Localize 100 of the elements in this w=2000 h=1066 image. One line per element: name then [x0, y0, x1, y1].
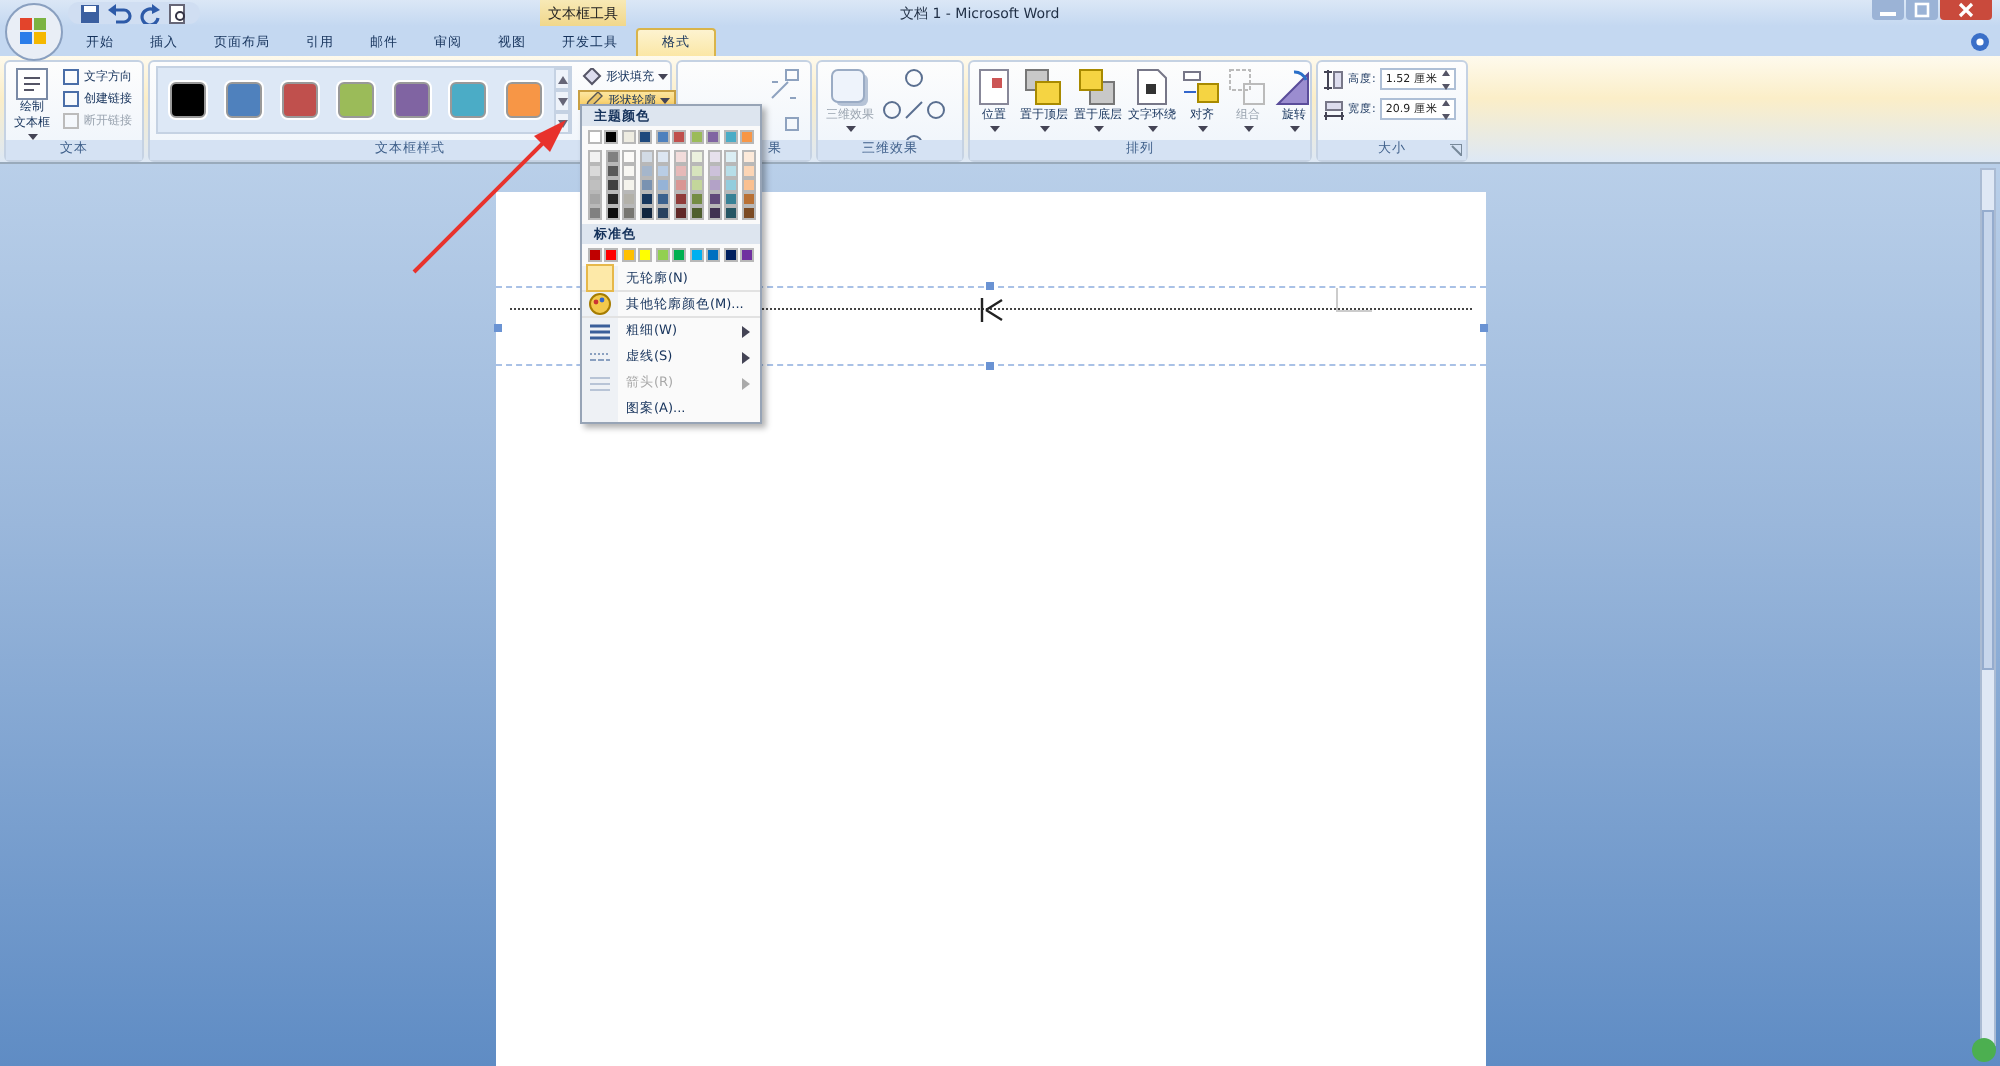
color-swatch[interactable]: [639, 164, 653, 178]
color-swatch[interactable]: [622, 192, 636, 206]
textbox-icon: [16, 68, 48, 100]
undo-icon: [108, 3, 132, 23]
color-swatch[interactable]: [605, 192, 619, 206]
color-swatch[interactable]: [741, 192, 755, 206]
color-swatch[interactable]: [672, 130, 687, 144]
color-swatch[interactable]: [656, 206, 670, 220]
maximize-button[interactable]: [1906, 0, 1938, 20]
color-swatch[interactable]: [724, 164, 738, 178]
style-swatch[interactable]: [170, 82, 206, 118]
color-swatch[interactable]: [639, 206, 653, 220]
color-swatch[interactable]: [741, 150, 755, 164]
resize-handle[interactable]: [1479, 324, 1487, 332]
style-swatch[interactable]: [450, 82, 486, 118]
color-swatch[interactable]: [604, 130, 619, 144]
color-swatch[interactable]: [724, 206, 738, 220]
color-swatch[interactable]: [638, 248, 653, 262]
scroll-thumb[interactable]: [1982, 210, 1994, 670]
color-swatch[interactable]: [655, 130, 670, 144]
color-swatch[interactable]: [689, 248, 704, 262]
color-swatch[interactable]: [707, 164, 721, 178]
color-swatch[interactable]: [724, 192, 738, 206]
color-swatch[interactable]: [622, 150, 636, 164]
color-swatch[interactable]: [672, 248, 687, 262]
color-swatch[interactable]: [690, 150, 704, 164]
color-swatch[interactable]: [673, 178, 687, 192]
style-swatch[interactable]: [226, 82, 262, 118]
color-swatch[interactable]: [588, 164, 602, 178]
align-icon: [1182, 68, 1222, 108]
scroll-up-button[interactable]: [554, 68, 570, 90]
color-swatch[interactable]: [741, 164, 755, 178]
color-swatch[interactable]: [588, 192, 602, 206]
color-swatch[interactable]: [689, 130, 704, 144]
color-swatch[interactable]: [588, 150, 602, 164]
color-swatch[interactable]: [707, 178, 721, 192]
text-direction-icon: [62, 67, 80, 85]
color-swatch[interactable]: [621, 248, 636, 262]
color-swatch[interactable]: [656, 164, 670, 178]
color-swatch[interactable]: [690, 192, 704, 206]
color-swatch[interactable]: [621, 130, 636, 144]
color-swatch[interactable]: [706, 248, 721, 262]
color-swatch[interactable]: [707, 206, 721, 220]
color-swatch[interactable]: [588, 248, 602, 262]
color-swatch[interactable]: [605, 150, 619, 164]
color-swatch[interactable]: [707, 192, 721, 206]
color-swatch[interactable]: [639, 150, 653, 164]
group-icon: [1228, 68, 1268, 108]
resize-handle[interactable]: [493, 324, 501, 332]
style-swatch[interactable]: [338, 82, 374, 118]
print-preview-icon: [168, 3, 188, 23]
color-swatch[interactable]: [741, 178, 755, 192]
color-swatch[interactable]: [707, 150, 721, 164]
color-swatch[interactable]: [656, 150, 670, 164]
color-swatch[interactable]: [622, 164, 636, 178]
style-swatch[interactable]: [506, 82, 542, 118]
color-swatch[interactable]: [639, 178, 653, 192]
vertical-scrollbar[interactable]: [1980, 168, 1996, 1046]
color-swatch[interactable]: [605, 164, 619, 178]
resize-handle[interactable]: [985, 362, 993, 370]
color-swatch[interactable]: [673, 164, 687, 178]
color-swatch[interactable]: [690, 206, 704, 220]
color-swatch[interactable]: [723, 130, 738, 144]
style-swatch[interactable]: [282, 82, 318, 118]
color-swatch[interactable]: [690, 164, 704, 178]
caret-icon: [1039, 126, 1049, 132]
color-swatch[interactable]: [622, 178, 636, 192]
color-swatch[interactable]: [740, 130, 755, 144]
color-swatch[interactable]: [673, 192, 687, 206]
color-swatch[interactable]: [588, 130, 602, 144]
color-swatch[interactable]: [690, 178, 704, 192]
color-swatch[interactable]: [588, 178, 602, 192]
color-swatch[interactable]: [723, 248, 738, 262]
down-caret-icon: [557, 97, 567, 105]
color-swatch[interactable]: [605, 178, 619, 192]
color-swatch[interactable]: [706, 130, 721, 144]
color-swatch[interactable]: [656, 178, 670, 192]
style-swatch[interactable]: [394, 82, 430, 118]
color-swatch[interactable]: [724, 178, 738, 192]
color-swatch[interactable]: [639, 192, 653, 206]
color-swatch[interactable]: [740, 248, 755, 262]
color-swatch[interactable]: [724, 150, 738, 164]
color-swatch[interactable]: [655, 248, 670, 262]
color-swatch[interactable]: [638, 130, 653, 144]
resize-handle[interactable]: [985, 282, 993, 290]
color-swatch[interactable]: [673, 206, 687, 220]
color-swatch[interactable]: [588, 206, 602, 220]
close-button[interactable]: [1940, 0, 1992, 20]
color-swatch[interactable]: [741, 206, 755, 220]
spin-arrows-icon: [1441, 99, 1450, 119]
minimize-button[interactable]: [1872, 0, 1904, 20]
maximize-icon: [1914, 2, 1930, 18]
color-swatch[interactable]: [605, 206, 619, 220]
color-swatch[interactable]: [604, 248, 619, 262]
color-swatch[interactable]: [673, 150, 687, 164]
color-swatch[interactable]: [656, 192, 670, 206]
color-swatch[interactable]: [622, 206, 636, 220]
rotate-icon: [1274, 68, 1314, 108]
three-d-box-icon: [830, 68, 870, 108]
scroll-down-button[interactable]: [554, 90, 570, 112]
